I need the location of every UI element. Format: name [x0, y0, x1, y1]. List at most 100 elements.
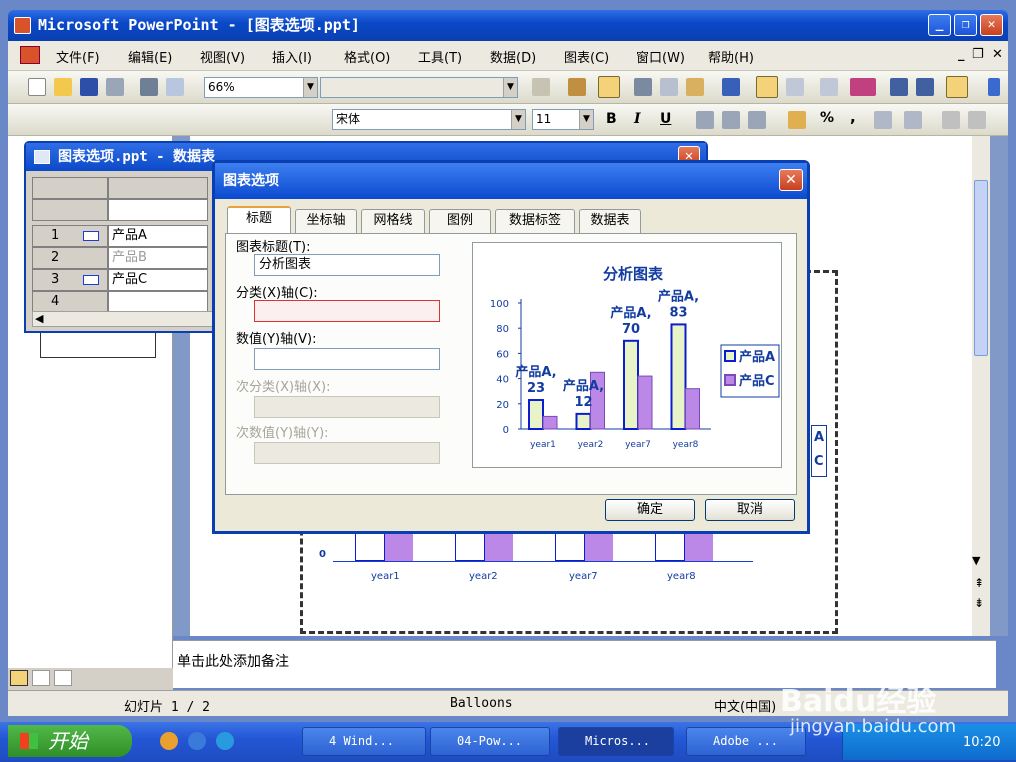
print-preview-icon[interactable]	[166, 78, 184, 96]
close-button[interactable]: ✕	[980, 14, 1003, 36]
next-slide-icon[interactable]: ⇟	[974, 596, 984, 610]
scroll-down-icon[interactable]: ▼	[972, 554, 980, 567]
chart-options-dialog[interactable]: 图表选项 ✕ 标题 坐标轴 网格线 图例 数据标签 数据表 图表标题(T): 分…	[212, 160, 810, 534]
chevron-down-icon[interactable]: ▼	[303, 78, 317, 97]
row-number[interactable]: 4	[51, 294, 59, 309]
dialog-title-bar[interactable]: 图表选项 ✕	[215, 163, 807, 199]
menu-format[interactable]: 格式(O)	[344, 47, 390, 66]
normal-view-icon[interactable]	[10, 670, 28, 686]
task-powerpoint-doc[interactable]: 04-Pow...	[430, 727, 550, 756]
cut-icon[interactable]	[634, 78, 652, 96]
slide-sorter-view-icon[interactable]	[32, 670, 50, 686]
font-size-combo[interactable]: 11 ▼	[532, 109, 594, 130]
menu-view[interactable]: 视图(V)	[200, 47, 245, 66]
comma-style-button[interactable]: ,	[850, 108, 856, 126]
tab-legend[interactable]: 图例	[429, 209, 491, 233]
chevron-down-icon[interactable]: ▼	[511, 110, 525, 129]
powerpoint-app-icon[interactable]	[14, 17, 31, 34]
print-icon[interactable]	[140, 78, 158, 96]
italic-button[interactable]: I	[634, 111, 641, 127]
menu-file[interactable]: 文件(F)	[56, 47, 100, 66]
menu-tools[interactable]: 工具(T)	[418, 47, 462, 66]
document-icon[interactable]	[20, 46, 40, 64]
ok-button[interactable]: 确定	[605, 499, 695, 521]
save-icon[interactable]	[80, 78, 98, 96]
view-datasheet-icon[interactable]	[598, 76, 620, 98]
dialog-close-icon[interactable]: ✕	[779, 169, 803, 191]
row-label[interactable]: 产品A	[108, 225, 208, 247]
vertical-scrollbar[interactable]: ▼ ⇞ ⇟	[972, 136, 990, 636]
currency-style-icon[interactable]	[788, 111, 806, 129]
tab-gridlines[interactable]: 网格线	[361, 209, 425, 233]
menu-chart[interactable]: 图表(C)	[564, 47, 609, 66]
legend-icon[interactable]	[946, 76, 968, 98]
doc-restore-icon[interactable]: ❐	[972, 47, 984, 62]
decrease-decimal-icon[interactable]	[904, 111, 922, 129]
ie-icon[interactable]	[216, 732, 234, 750]
font-name-combo[interactable]: 宋体 ▼	[332, 109, 526, 130]
import-file-icon[interactable]	[568, 78, 586, 96]
data-table-icon[interactable]	[820, 78, 838, 96]
menu-insert[interactable]: 插入(I)	[272, 47, 312, 66]
align-right-icon[interactable]	[748, 111, 766, 129]
copy-icon[interactable]	[660, 78, 678, 96]
toolbar-options-icon[interactable]	[988, 78, 1000, 96]
chart-type-icon[interactable]	[850, 78, 876, 96]
menu-edit[interactable]: 编辑(E)	[128, 47, 172, 66]
row-label[interactable]	[108, 291, 208, 313]
by-row-icon[interactable]	[756, 76, 778, 98]
format-object-icon[interactable]	[532, 78, 550, 96]
tab-axes[interactable]: 坐标轴	[295, 209, 357, 233]
task-microsoft[interactable]: Micros...	[558, 727, 674, 756]
increase-decimal-icon[interactable]	[874, 111, 892, 129]
chart-object-combo[interactable]: ▼	[320, 77, 518, 98]
notes-placeholder[interactable]: 单击此处添加备注	[177, 654, 289, 670]
tab-titles[interactable]: 标题	[227, 206, 291, 234]
chevron-left-icon[interactable]: ◀	[35, 312, 43, 325]
bold-button[interactable]: B	[606, 111, 617, 127]
previous-slide-icon[interactable]: ⇞	[974, 576, 984, 590]
datasheet-hscrollbar[interactable]: ◀	[32, 311, 232, 327]
category-axis-input[interactable]	[254, 300, 440, 322]
tab-data-table[interactable]: 数据表	[579, 209, 641, 233]
chart-title-input[interactable]: 分析图表	[254, 254, 440, 276]
task-adobe[interactable]: Adobe ...	[686, 727, 806, 756]
permission-icon[interactable]	[106, 78, 124, 96]
menu-help[interactable]: 帮助(H)	[708, 47, 754, 66]
align-left-icon[interactable]	[696, 111, 714, 129]
by-column-icon[interactable]	[786, 78, 804, 96]
media-player-icon[interactable]	[160, 732, 178, 750]
doc-close-icon[interactable]: ✕	[992, 47, 1003, 62]
percent-style-button[interactable]: %	[820, 110, 834, 126]
row-number[interactable]: 1	[51, 228, 59, 243]
menu-window[interactable]: 窗口(W)	[636, 47, 685, 66]
tab-data-labels[interactable]: 数据标签	[495, 209, 575, 233]
scrollbar-thumb[interactable]	[974, 180, 988, 356]
angle-counterclockwise-icon[interactable]	[942, 111, 960, 129]
row-number[interactable]: 3	[51, 272, 59, 287]
paste-icon[interactable]	[686, 78, 704, 96]
value-axis-input[interactable]	[254, 348, 440, 370]
menu-data[interactable]: 数据(D)	[490, 47, 536, 66]
new-icon[interactable]	[28, 78, 46, 96]
value-axis-gridlines-icon[interactable]	[916, 78, 934, 96]
chevron-down-icon[interactable]: ▼	[503, 78, 517, 97]
undo-icon[interactable]	[722, 78, 740, 96]
angle-clockwise-icon[interactable]	[968, 111, 986, 129]
start-button[interactable]: 开始	[8, 725, 132, 757]
row-label[interactable]: 产品B	[108, 247, 208, 269]
underline-button[interactable]: U	[660, 111, 671, 127]
task-windows-explorer[interactable]: 4 Wind...	[302, 727, 426, 756]
slide-show-icon[interactable]	[54, 670, 72, 686]
cancel-button[interactable]: 取消	[705, 499, 795, 521]
restore-button[interactable]: ❐	[954, 14, 977, 36]
open-icon[interactable]	[54, 78, 72, 96]
chevron-down-icon[interactable]: ▼	[579, 110, 593, 129]
category-axis-gridlines-icon[interactable]	[890, 78, 908, 96]
doc-minimize-icon[interactable]: _	[958, 47, 965, 62]
align-center-icon[interactable]	[722, 111, 740, 129]
row-number[interactable]: 2	[51, 250, 59, 265]
zoom-combo[interactable]: 66% ▼	[204, 77, 318, 98]
browser-icon[interactable]	[188, 732, 206, 750]
minimize-button[interactable]: _	[928, 14, 951, 36]
